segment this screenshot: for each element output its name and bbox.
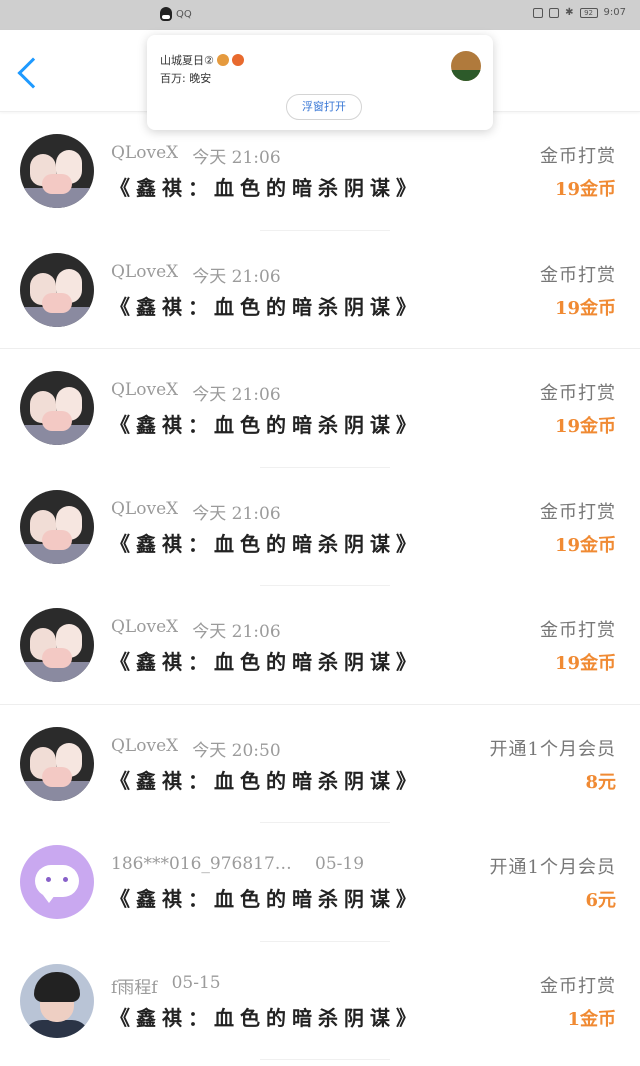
horse-emoji-icon xyxy=(216,54,229,66)
record-meta: QLoveX 今天 21:06 xyxy=(111,262,281,287)
record-row[interactable]: QLoveX 今天 21:06 《鑫祺：血色的暗杀阴谋》 金币打赏 19金币 xyxy=(0,349,640,468)
reward-type: 金币打赏 xyxy=(540,501,616,523)
battery-icon: 92 xyxy=(579,7,598,18)
reward-amount: 19金币 xyxy=(554,653,616,674)
bluetooth-icon: ✱ xyxy=(565,7,574,18)
record-meta: QLoveX 今天 20:50 xyxy=(111,736,281,761)
user-avatar[interactable] xyxy=(20,252,94,327)
record-row[interactable]: 186***016_9768178… 05-19 《鑫祺：血色的暗杀阴谋》 开通… xyxy=(0,823,640,942)
user-name: QLoveX xyxy=(111,380,179,400)
record-time: 今天 21:06 xyxy=(192,503,281,524)
record-meta: 186***016_9768178… 05-19 xyxy=(111,854,364,874)
notification-popup[interactable]: 山城夏日② 百万: 晚安 浮窗打开 xyxy=(147,35,493,130)
status-time: 9:07 xyxy=(603,7,626,18)
book-title[interactable]: 《鑫祺：血色的暗杀阴谋》 xyxy=(110,765,422,794)
record-row[interactable]: QLoveX 今天 20:50 《鑫祺：血色的暗杀阴谋》 开通1个月会员 8元 xyxy=(0,705,640,824)
reward-type: 金币打赏 xyxy=(540,620,616,641)
book-title[interactable]: 《鑫祺：血色的暗杀阴谋》 xyxy=(110,1002,422,1031)
reward-type: 金币打赏 xyxy=(540,383,616,404)
qq-icon xyxy=(160,7,172,21)
user-name: f雨程f xyxy=(111,977,158,998)
record-meta: f雨程f 05-15 xyxy=(111,973,221,998)
fox-emoji-icon xyxy=(231,54,244,66)
record-meta: QLoveX 今天 21:06 xyxy=(111,380,281,405)
reward-type: 金币打赏 xyxy=(540,264,616,286)
reward-record-list: QLoveX 今天 21:06 《鑫祺：血色的暗杀阴谋》 金币打赏 19金币 Q… xyxy=(0,112,640,1060)
user-name: 186***016_9768178… xyxy=(111,854,301,874)
book-title[interactable]: 《鑫祺：血色的暗杀阴谋》 xyxy=(110,409,422,438)
user-avatar[interactable] xyxy=(20,489,94,564)
status-app: QQ xyxy=(160,7,192,21)
user-name: QLoveX xyxy=(111,143,179,163)
book-title[interactable]: 《鑫祺：血色的暗杀阴谋》 xyxy=(110,291,422,320)
reward-amount: 8元 xyxy=(585,771,616,793)
back-arrow-icon[interactable] xyxy=(17,57,49,89)
status-app-name: QQ xyxy=(176,8,192,20)
notification-group-name: 山城夏日② xyxy=(160,54,214,67)
book-title[interactable]: 《鑫祺：血色的暗杀阴谋》 xyxy=(110,646,422,675)
reward-amount: 19金币 xyxy=(554,297,616,319)
record-meta: QLoveX 今天 21:06 xyxy=(111,499,281,524)
notification-message: 百万: 晚安 xyxy=(160,72,212,85)
user-avatar[interactable] xyxy=(20,608,94,682)
reward-type: 开通1个月会员 xyxy=(489,738,616,760)
user-avatar[interactable] xyxy=(20,963,94,1038)
book-title[interactable]: 《鑫祺：血色的暗杀阴谋》 xyxy=(110,172,422,201)
record-time: 05-15 xyxy=(171,972,221,993)
user-name: QLoveX xyxy=(111,735,179,756)
alarm-icon xyxy=(533,7,544,18)
user-avatar[interactable] xyxy=(20,134,94,208)
reward-type: 金币打赏 xyxy=(540,975,616,997)
record-time: 今天 21:06 xyxy=(192,148,281,168)
record-time: 今天 21:06 xyxy=(192,385,281,405)
record-time: 05-19 xyxy=(315,854,365,874)
reward-amount: 19金币 xyxy=(554,534,616,556)
book-title[interactable]: 《鑫祺：血色的暗杀阴谋》 xyxy=(110,883,422,912)
record-meta: QLoveX 今天 21:06 xyxy=(111,143,281,168)
reward-amount: 6元 xyxy=(585,890,616,911)
record-meta: QLoveX 今天 21:06 xyxy=(111,617,281,642)
user-avatar[interactable] xyxy=(20,845,94,919)
vibrate-icon xyxy=(549,7,560,18)
reward-type: 金币打赏 xyxy=(540,146,616,167)
record-row[interactable]: QLoveX 今天 21:06 《鑫祺：血色的暗杀阴谋》 金币打赏 19金币 xyxy=(0,586,640,705)
user-name: QLoveX xyxy=(111,617,179,637)
reward-amount: 19金币 xyxy=(554,416,616,437)
record-row[interactable]: QLoveX 今天 21:06 《鑫祺：血色的暗杀阴谋》 金币打赏 19金币 xyxy=(0,231,640,350)
record-time: 今天 21:06 xyxy=(192,266,281,287)
user-name: QLoveX xyxy=(111,498,179,519)
notification-avatar xyxy=(451,51,481,81)
record-row[interactable]: f雨程f 05-15 《鑫祺：血色的暗杀阴谋》 金币打赏 1金币 xyxy=(0,942,640,1061)
user-avatar[interactable] xyxy=(20,371,94,445)
user-name: QLoveX xyxy=(111,261,179,282)
status-bar: QQ ✱ 92 9:07 xyxy=(0,0,640,30)
reward-type: 开通1个月会员 xyxy=(489,857,616,878)
status-icons: ✱ 92 9:07 xyxy=(533,7,626,18)
record-time: 今天 20:50 xyxy=(192,740,281,761)
record-row[interactable]: QLoveX 今天 21:06 《鑫祺：血色的暗杀阴谋》 金币打赏 19金币 xyxy=(0,468,640,587)
book-title[interactable]: 《鑫祺：血色的暗杀阴谋》 xyxy=(110,528,422,557)
reward-amount: 1金币 xyxy=(567,1008,616,1030)
user-avatar[interactable] xyxy=(20,726,94,801)
record-time: 今天 21:06 xyxy=(192,622,281,642)
reward-amount: 19金币 xyxy=(554,179,616,200)
open-float-window-button[interactable]: 浮窗打开 xyxy=(286,94,362,120)
notification-title: 山城夏日② xyxy=(160,52,244,68)
